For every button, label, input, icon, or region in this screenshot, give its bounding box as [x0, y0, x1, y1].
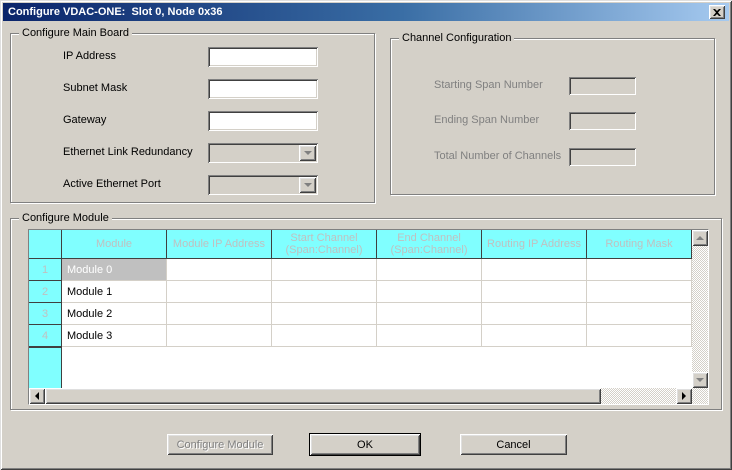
- ending-span-label: Ending Span Number: [434, 114, 539, 126]
- subnet-mask-input[interactable]: [208, 79, 318, 99]
- gateway-input[interactable]: [208, 111, 318, 131]
- configure-module-button: Configure Module: [167, 434, 273, 455]
- routing-ip-cell[interactable]: [482, 259, 587, 281]
- end-channel-cell[interactable]: [377, 325, 482, 347]
- title-bar[interactable]: Configure VDAC-ONE: Slot 0, Node 0x36: [3, 3, 729, 21]
- routing-ip-cell[interactable]: [482, 281, 587, 303]
- routing-mask-cell[interactable]: [587, 259, 692, 281]
- module-cell[interactable]: Module 2: [62, 303, 167, 325]
- routing-ip-cell[interactable]: [482, 303, 587, 325]
- window-title: Configure VDAC-ONE: Slot 0, Node 0x36: [8, 6, 223, 18]
- close-icon: [713, 9, 721, 16]
- active-port-dropdown-button[interactable]: [299, 177, 316, 193]
- table-header-row: Module Module IP Address Start Channel(S…: [29, 230, 692, 259]
- start-channel-cell[interactable]: [272, 303, 377, 325]
- row-number-cell[interactable]: 2: [29, 281, 62, 303]
- chevron-down-icon: [304, 151, 312, 159]
- subnet-mask-label: Subnet Mask: [63, 82, 127, 94]
- table-row: 1 Module 0: [29, 259, 692, 281]
- module-ip-cell[interactable]: [167, 325, 272, 347]
- header-module[interactable]: Module: [62, 230, 167, 259]
- module-cell[interactable]: Module 3: [62, 325, 167, 347]
- close-button[interactable]: [709, 5, 725, 19]
- routing-mask-cell[interactable]: [587, 325, 692, 347]
- row-number-cell[interactable]: 1: [29, 259, 62, 281]
- ok-button[interactable]: OK: [310, 434, 420, 455]
- main-board-legend: Configure Main Board: [19, 27, 132, 40]
- scroll-left-button[interactable]: [29, 388, 45, 404]
- gateway-label: Gateway: [63, 114, 106, 126]
- arrow-down-icon: [696, 378, 704, 386]
- scroll-down-button[interactable]: [692, 372, 708, 388]
- ethernet-link-redundancy-label: Ethernet Link Redundancy: [63, 146, 193, 158]
- module-ip-cell[interactable]: [167, 259, 272, 281]
- module-cell[interactable]: Module 1: [62, 281, 167, 303]
- starting-span-input: [569, 77, 636, 95]
- row-number-cell[interactable]: 3: [29, 303, 62, 325]
- header-start-channel[interactable]: Start Channel(Span:Channel): [272, 230, 377, 259]
- header-routing-ip-address[interactable]: Routing IP Address: [482, 230, 587, 259]
- header-routing-mask[interactable]: Routing Mask: [587, 230, 692, 259]
- active-ethernet-port-label: Active Ethernet Port: [63, 178, 161, 190]
- module-ip-cell[interactable]: [167, 303, 272, 325]
- channel-config-legend: Channel Configuration: [399, 32, 514, 45]
- ip-address-label: IP Address: [63, 50, 116, 62]
- scrollbar-corner: [692, 388, 708, 404]
- routing-ip-cell[interactable]: [482, 325, 587, 347]
- ethernet-link-redundancy-select[interactable]: [208, 143, 318, 163]
- ending-span-input: [569, 112, 636, 130]
- module-table: Module Module IP Address Start Channel(S…: [28, 229, 709, 405]
- redundancy-dropdown-button[interactable]: [299, 145, 316, 161]
- module-grid: Module Module IP Address Start Channel(S…: [29, 230, 692, 388]
- configure-vdac-dialog: Configure VDAC-ONE: Slot 0, Node 0x36 Co…: [0, 0, 732, 470]
- scroll-right-button[interactable]: [676, 388, 692, 404]
- scroll-up-button[interactable]: [692, 230, 708, 246]
- end-channel-cell[interactable]: [377, 281, 482, 303]
- horizontal-scroll-thumb[interactable]: [45, 388, 601, 404]
- arrow-right-icon: [682, 392, 690, 400]
- channel-configuration-group: Channel Configuration Starting Span Numb…: [390, 38, 715, 195]
- routing-mask-cell[interactable]: [587, 281, 692, 303]
- chevron-down-icon: [304, 183, 312, 191]
- table-row: 4 Module 3: [29, 325, 692, 347]
- end-channel-cell[interactable]: [377, 259, 482, 281]
- start-channel-cell[interactable]: [272, 259, 377, 281]
- total-channels-label: Total Number of Channels: [434, 150, 561, 162]
- row-header-stub: [29, 347, 62, 388]
- ip-address-input[interactable]: [208, 47, 318, 67]
- horizontal-scrollbar[interactable]: [29, 388, 692, 404]
- module-ip-cell[interactable]: [167, 281, 272, 303]
- header-row-number: [29, 230, 62, 259]
- row-number-cell[interactable]: 4: [29, 325, 62, 347]
- start-channel-cell[interactable]: [272, 281, 377, 303]
- header-end-channel[interactable]: End Channel(Span:Channel): [377, 230, 482, 259]
- configure-main-board-group: Configure Main Board IP Address Subnet M…: [10, 33, 375, 203]
- active-ethernet-port-select[interactable]: [208, 175, 318, 195]
- vertical-scroll-track[interactable]: [692, 246, 708, 372]
- vertical-scrollbar[interactable]: [692, 230, 708, 388]
- configure-module-legend: Configure Module: [19, 212, 112, 225]
- end-channel-cell[interactable]: [377, 303, 482, 325]
- arrow-left-icon: [31, 392, 39, 400]
- arrow-up-icon: [696, 232, 704, 240]
- cancel-button[interactable]: Cancel: [460, 434, 567, 455]
- header-module-ip-address[interactable]: Module IP Address: [167, 230, 272, 259]
- start-channel-cell[interactable]: [272, 325, 377, 347]
- total-channels-input: [569, 148, 636, 166]
- module-cell[interactable]: Module 0: [62, 259, 167, 281]
- table-row: 3 Module 2: [29, 303, 692, 325]
- table-row: 2 Module 1: [29, 281, 692, 303]
- routing-mask-cell[interactable]: [587, 303, 692, 325]
- starting-span-label: Starting Span Number: [434, 79, 543, 91]
